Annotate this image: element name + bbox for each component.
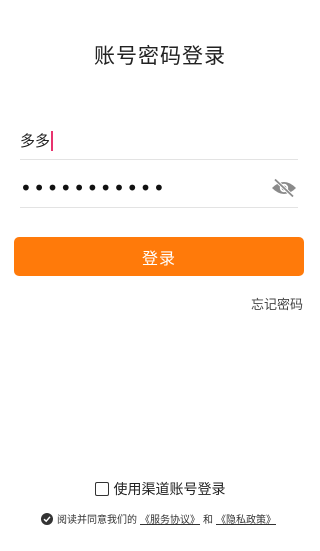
page-title: 账号密码登录 (94, 44, 226, 68)
channel-login-checkbox[interactable] (94, 482, 109, 496)
login-button[interactable]: 登录 (14, 237, 304, 276)
text-caret (51, 130, 54, 151)
agreement-conjunction: 和 (203, 515, 213, 526)
password-field[interactable]: ••••••••••• (20, 168, 298, 208)
username-field[interactable]: 多多 (20, 122, 298, 160)
eye-off-icon[interactable] (270, 176, 298, 200)
service-agreement-link[interactable]: 《服务协议》 (140, 511, 200, 526)
privacy-policy-link[interactable]: 《隐私政策》 (216, 511, 276, 526)
channel-login-label: 使用渠道账号登录 (113, 482, 226, 498)
agreement-row: 阅读并同意我们的 《服务协议》 和 《隐私政策》 (0, 511, 320, 526)
agreement-prefix: 阅读并同意我们的 (57, 515, 137, 526)
channel-login-option[interactable]: 使用渠道账号登录 (0, 479, 320, 499)
forgot-password-link[interactable]: 忘记密码 (251, 294, 303, 313)
check-circle-icon[interactable] (41, 512, 53, 525)
username-value: 多多 (20, 132, 51, 150)
password-value: ••••••••••• (20, 175, 167, 200)
